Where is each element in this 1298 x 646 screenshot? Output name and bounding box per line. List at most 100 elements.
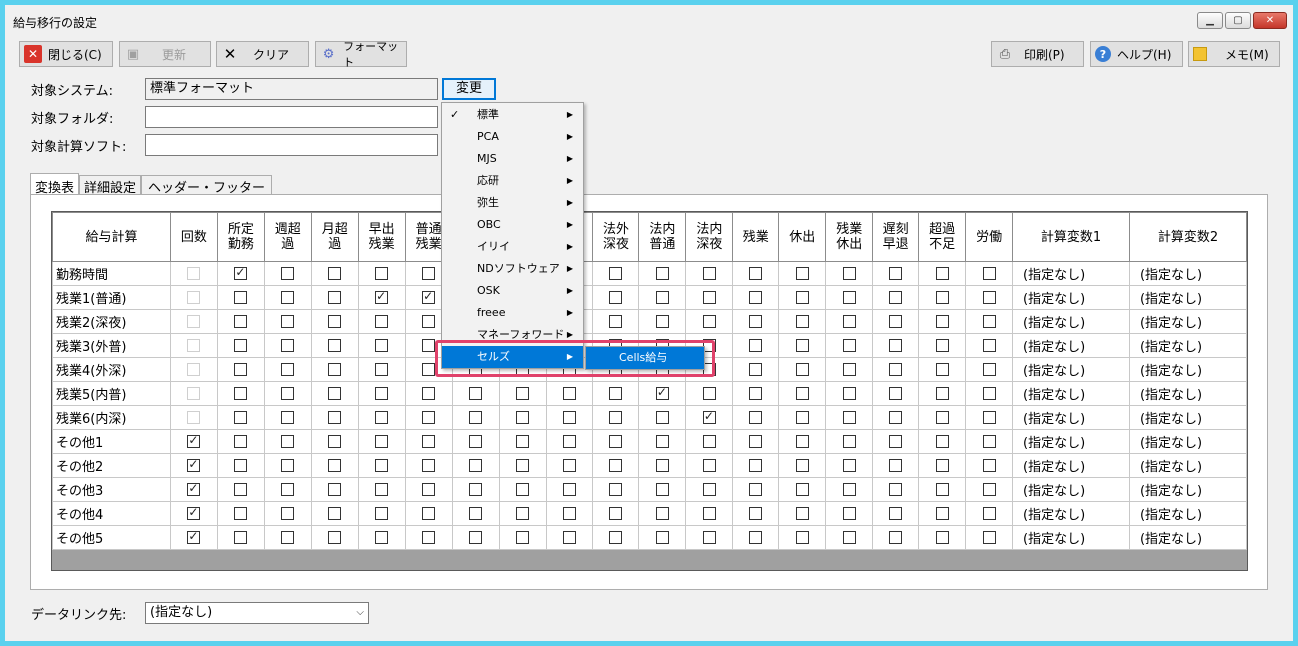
grid-checkbox[interactable] <box>375 531 389 544</box>
grid-checkbox[interactable] <box>281 363 295 376</box>
grid-checkbox[interactable] <box>702 531 716 544</box>
grid-checkbox[interactable] <box>702 483 716 496</box>
grid-checkbox[interactable] <box>375 387 389 400</box>
grid-checkbox[interactable] <box>795 387 809 400</box>
grid-checkbox[interactable] <box>234 363 248 376</box>
grid-checkbox[interactable] <box>702 459 716 472</box>
grid-checkbox[interactable] <box>328 459 342 472</box>
calc-variable-cell[interactable]: (指定なし) <box>1012 477 1130 502</box>
grid-checkbox[interactable] <box>655 435 669 448</box>
calc-variable-cell[interactable]: (指定なし) <box>1128 525 1247 550</box>
grid-checkbox[interactable] <box>609 291 623 304</box>
grid-checkbox[interactable] <box>422 435 436 448</box>
close-window-button[interactable]: ✕ <box>1253 12 1287 29</box>
grid-checkbox[interactable] <box>328 387 342 400</box>
grid-checkbox[interactable] <box>422 531 436 544</box>
menu-item[interactable]: ✓ 標準 ▶ <box>442 104 583 126</box>
grid-checkbox[interactable] <box>375 483 389 496</box>
grid-checkbox[interactable] <box>422 289 436 304</box>
datalink-select[interactable]: (指定なし) ⌵ <box>145 602 369 624</box>
grid-checkbox[interactable] <box>609 507 623 520</box>
grid-checkbox[interactable] <box>935 507 949 520</box>
grid-checkbox[interactable] <box>749 459 763 472</box>
grid-checkbox[interactable] <box>281 459 295 472</box>
maximize-button[interactable]: ▢ <box>1225 12 1251 29</box>
grid-checkbox[interactable] <box>562 507 576 520</box>
grid-checkbox[interactable] <box>935 291 949 304</box>
grid-checkbox[interactable] <box>749 267 763 280</box>
grid-checkbox[interactable] <box>469 435 483 448</box>
calc-variable-cell[interactable]: (指定なし) <box>1128 381 1247 406</box>
grid-checkbox[interactable] <box>982 267 996 280</box>
grid-checkbox[interactable] <box>889 411 903 424</box>
grid-checkbox[interactable] <box>375 435 389 448</box>
menu-item[interactable]: 応研 ▶ <box>442 170 583 192</box>
grid-checkbox[interactable] <box>935 483 949 496</box>
grid-checkbox[interactable] <box>795 435 809 448</box>
grid-checkbox[interactable] <box>749 531 763 544</box>
grid-checkbox[interactable] <box>375 363 389 376</box>
grid-checkbox[interactable] <box>328 507 342 520</box>
grid-checkbox[interactable] <box>655 385 669 400</box>
grid-checkbox[interactable] <box>234 459 248 472</box>
grid-checkbox[interactable] <box>562 459 576 472</box>
grid-checkbox[interactable] <box>281 411 295 424</box>
grid-checkbox[interactable] <box>328 291 342 304</box>
count-checkbox[interactable] <box>187 505 201 520</box>
grid-checkbox[interactable] <box>795 315 809 328</box>
grid-checkbox[interactable] <box>422 315 436 328</box>
menu-item[interactable]: 弥生 ▶ <box>442 192 583 214</box>
count-checkbox[interactable] <box>187 481 201 496</box>
grid-checkbox[interactable] <box>889 315 903 328</box>
menu-item[interactable]: OSK ▶ <box>442 280 583 302</box>
grid-checkbox[interactable] <box>422 483 436 496</box>
calc-variable-cell[interactable]: (指定なし) <box>1012 309 1130 334</box>
grid-checkbox[interactable] <box>935 267 949 280</box>
grid-checkbox[interactable] <box>842 363 856 376</box>
calc-variable-cell[interactable]: (指定なし) <box>1128 405 1247 430</box>
grid-checkbox[interactable] <box>281 531 295 544</box>
grid-checkbox[interactable] <box>889 267 903 280</box>
grid-checkbox[interactable] <box>234 531 248 544</box>
grid-checkbox[interactable] <box>516 483 530 496</box>
grid-checkbox[interactable] <box>702 315 716 328</box>
tab-header-footer[interactable]: ヘッダー・フッター <box>141 175 273 196</box>
close-button[interactable]: ✕ 閉じる(C) <box>19 41 113 67</box>
grid-checkbox[interactable] <box>935 435 949 448</box>
grid-checkbox[interactable] <box>516 387 530 400</box>
grid-checkbox[interactable] <box>655 315 669 328</box>
grid-checkbox[interactable] <box>935 531 949 544</box>
menu-item[interactable]: NDソフトウェア ▶ <box>442 258 583 280</box>
grid-checkbox[interactable] <box>234 483 248 496</box>
grid-checkbox[interactable] <box>889 531 903 544</box>
grid-checkbox[interactable] <box>702 267 716 280</box>
grid-checkbox[interactable] <box>982 363 996 376</box>
calc-variable-cell[interactable]: (指定なし) <box>1012 285 1130 310</box>
grid-checkbox[interactable] <box>328 411 342 424</box>
calc-variable-cell[interactable]: (指定なし) <box>1128 429 1247 454</box>
grid-checkbox[interactable] <box>422 267 436 280</box>
grid-checkbox[interactable] <box>935 459 949 472</box>
menu-item[interactable]: OBC ▶ <box>442 214 583 236</box>
grid-checkbox[interactable] <box>655 483 669 496</box>
grid-checkbox[interactable] <box>935 363 949 376</box>
format-button[interactable]: ⚙ フォーマット <box>315 40 407 69</box>
grid-checkbox[interactable] <box>982 507 996 520</box>
grid-checkbox[interactable] <box>281 267 295 280</box>
grid-checkbox[interactable] <box>562 435 576 448</box>
grid-checkbox[interactable] <box>328 267 342 280</box>
grid-checkbox[interactable] <box>234 411 248 424</box>
calc-variable-cell[interactable]: (指定なし) <box>1128 501 1247 526</box>
grid-checkbox[interactable] <box>702 291 716 304</box>
grid-checkbox[interactable] <box>889 483 903 496</box>
grid-checkbox[interactable] <box>655 459 669 472</box>
grid-checkbox[interactable] <box>889 339 903 352</box>
grid-checkbox[interactable] <box>655 291 669 304</box>
calc-variable-cell[interactable]: (指定なし) <box>1012 405 1130 430</box>
grid-checkbox[interactable] <box>655 267 669 280</box>
grid-checkbox[interactable] <box>749 315 763 328</box>
grid-checkbox[interactable] <box>234 265 248 280</box>
grid-checkbox[interactable] <box>889 459 903 472</box>
grid-checkbox[interactable] <box>328 435 342 448</box>
grid-checkbox[interactable] <box>889 387 903 400</box>
